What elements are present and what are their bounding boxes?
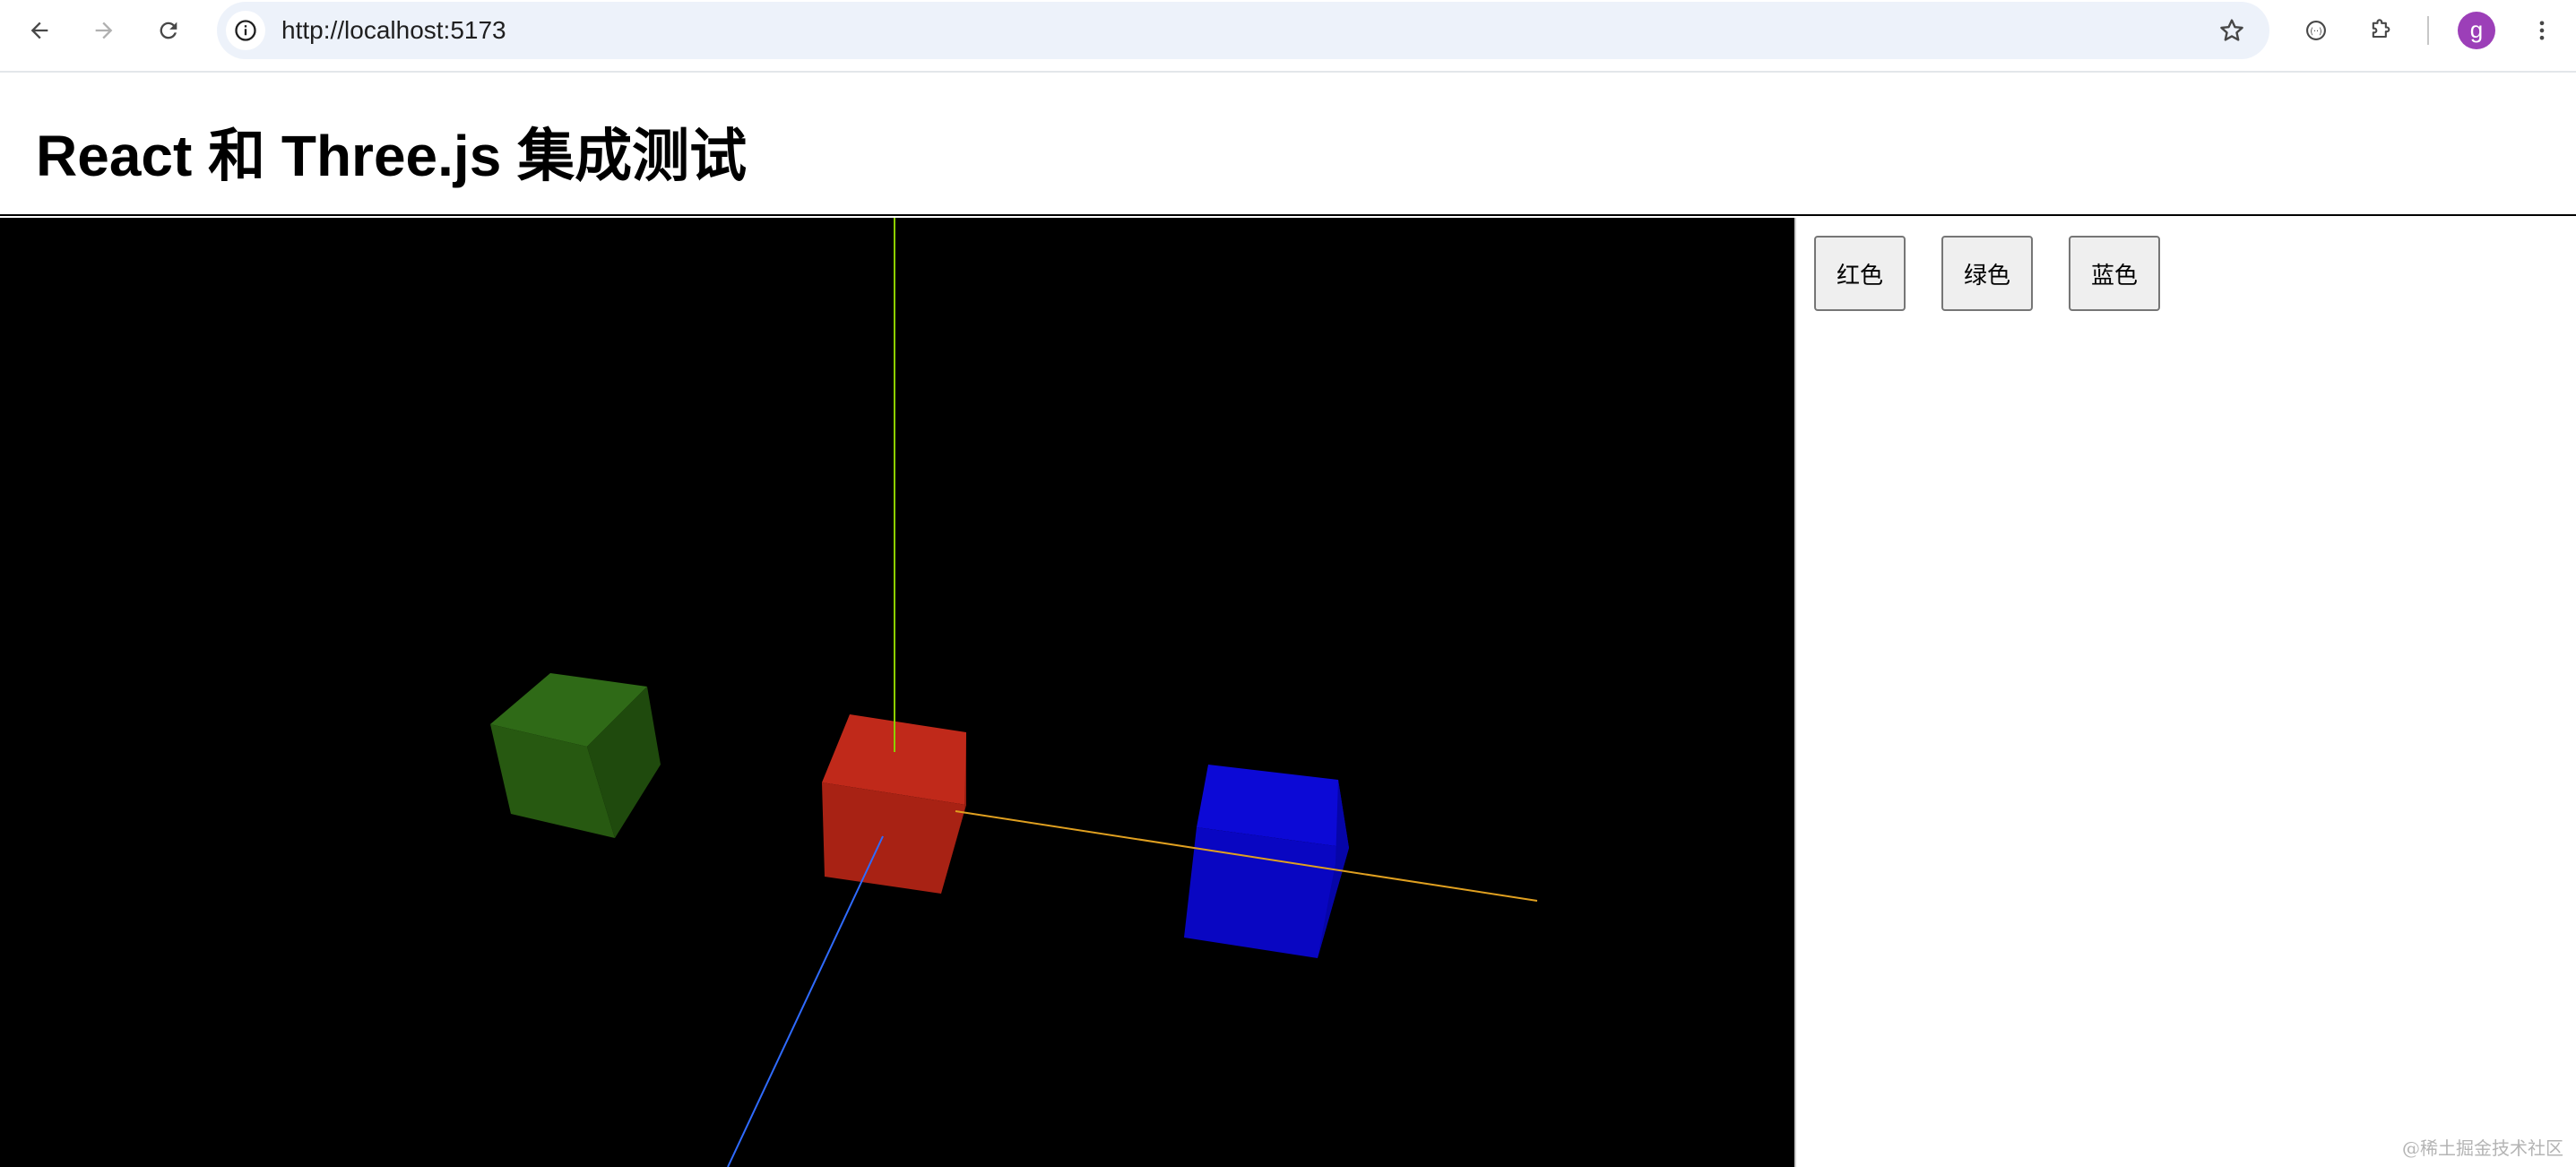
puzzle-icon[interactable] <box>2361 11 2400 50</box>
forward-icon[interactable] <box>84 11 124 50</box>
lens-icon[interactable]: (··) <box>2296 11 2336 50</box>
page-header: React 和 Three.js 集成测试 <box>0 74 2576 216</box>
color-control-panel: 红色 绿色 蓝色 @稀土掘金技术社区 <box>1794 218 2576 1167</box>
page-title: React 和 Three.js 集成测试 <box>36 124 748 188</box>
url-text[interactable]: http://localhost:5173 <box>281 2 506 59</box>
address-bar[interactable]: http://localhost:5173 <box>217 2 2269 59</box>
browser-toolbar: http://localhost:5173 (··) g <box>0 0 2576 73</box>
avatar[interactable]: g <box>2458 12 2495 49</box>
watermark: @稀土掘金技术社区 <box>2402 1137 2563 1159</box>
threejs-canvas[interactable] <box>0 218 1794 1167</box>
green-cube <box>490 673 661 838</box>
toolbar-separator <box>2427 16 2429 45</box>
svg-text:(··): (··) <box>2310 27 2321 37</box>
info-icon[interactable] <box>226 11 265 50</box>
star-icon[interactable] <box>2214 13 2250 48</box>
scene-svg <box>490 218 1538 1167</box>
reload-icon[interactable] <box>149 11 188 50</box>
red-color-button[interactable]: 红色 <box>1814 236 1906 311</box>
blue-cube <box>1184 765 1349 958</box>
green-color-button[interactable]: 绿色 <box>1941 236 2033 311</box>
kebab-menu-icon[interactable] <box>2522 11 2562 50</box>
back-icon[interactable] <box>20 11 59 50</box>
z-axis-line <box>727 835 884 1167</box>
blue-color-button[interactable]: 蓝色 <box>2069 236 2160 311</box>
